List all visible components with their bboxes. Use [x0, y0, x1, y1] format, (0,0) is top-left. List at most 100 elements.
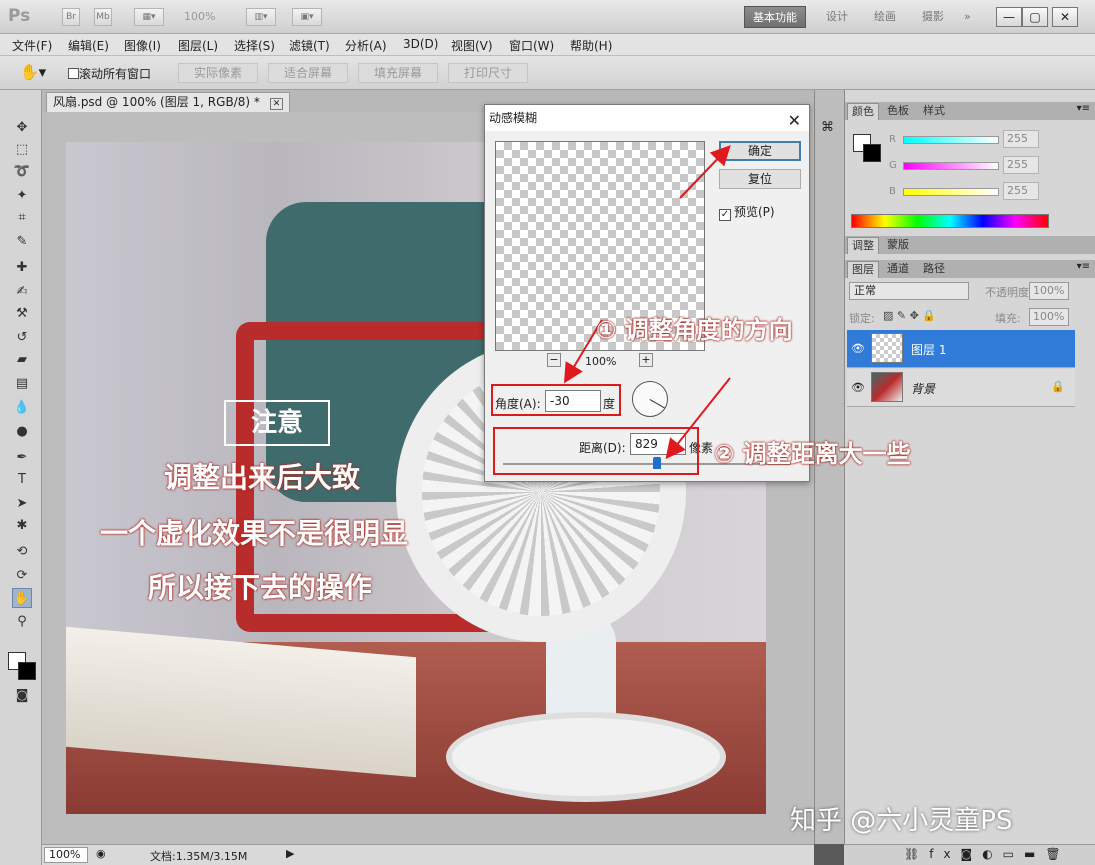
ok-button[interactable]: 确定 — [719, 141, 801, 161]
quick-mask-icon[interactable]: ◙ — [12, 686, 32, 706]
blue-slider[interactable] — [903, 188, 999, 196]
workspace-photography[interactable]: 摄影 — [914, 6, 952, 28]
layers-footer-icons[interactable]: ⛓fx◙◐▭▬🗑 — [904, 847, 1071, 861]
visibility-eye-icon[interactable]: 👁 — [851, 342, 865, 355]
blue-value[interactable]: 255 — [1003, 182, 1039, 200]
layer-row-1[interactable]: 👁 图层 1 — [847, 330, 1075, 368]
zoom-out-button[interactable]: − — [547, 353, 561, 367]
status-zoom-field[interactable]: 100% — [44, 847, 88, 863]
visibility-eye-icon[interactable]: 👁 — [851, 381, 865, 394]
hand-tool-icon[interactable]: ✋▾ — [20, 63, 46, 81]
red-value[interactable]: 255 — [1003, 130, 1039, 148]
document-tab[interactable]: 风扇.psd @ 100% (图层 1, RGB/8) * ✕ — [46, 92, 291, 112]
marquee-tool-icon[interactable]: ⬚ — [12, 140, 32, 160]
reset-button[interactable]: 复位 — [719, 169, 801, 189]
note-title-box: 注意 — [224, 400, 330, 446]
hand-tool-button-icon[interactable]: ✋ — [12, 588, 32, 608]
workspace-design[interactable]: 设计 — [818, 6, 856, 28]
screen-mode-icon[interactable]: ▣▾ — [292, 8, 322, 26]
brush-tool-icon[interactable]: ✍ — [12, 282, 32, 302]
fit-screen-button[interactable]: 适合屏幕 — [268, 63, 348, 83]
red-slider[interactable] — [903, 136, 999, 144]
history-panel-icon[interactable]: ⌘ — [821, 120, 834, 135]
minibridge-icon[interactable]: Mb — [94, 8, 112, 26]
scroll-all-windows-checkbox[interactable]: 滚动所有窗口 — [68, 65, 151, 82]
quick-select-tool-icon[interactable]: ✦ — [12, 186, 32, 206]
checkbox-icon — [68, 68, 79, 79]
menu-filter[interactable]: 滤镜(T) — [289, 37, 330, 54]
status-menu-arrow-icon[interactable]: ▶ — [286, 847, 294, 860]
stamp-tool-icon[interactable]: ⚒ — [12, 304, 32, 324]
layer-row-background[interactable]: 👁 背景 🔒 — [847, 369, 1075, 407]
blur-tool-icon[interactable]: 💧 — [12, 398, 32, 418]
menu-file[interactable]: 文件(F) — [12, 37, 52, 54]
menu-image[interactable]: 图像(I) — [124, 37, 161, 54]
pen-tool-icon[interactable]: ✒ — [12, 448, 32, 468]
menu-select[interactable]: 选择(S) — [234, 37, 275, 54]
workspace-essentials[interactable]: 基本功能 — [744, 6, 806, 28]
tab-swatches[interactable]: 色板 — [883, 103, 913, 120]
view-extras-icon[interactable]: ▦▾ — [134, 8, 164, 26]
maximize-icon[interactable]: ▢ — [1022, 7, 1048, 27]
menu-3d[interactable]: 3D(D) — [403, 37, 438, 51]
menu-view[interactable]: 视图(V) — [451, 37, 493, 54]
3d-rotate-tool-icon[interactable]: ⟲ — [12, 542, 32, 562]
layers-panel-menu-icon[interactable]: ▾≡ — [1077, 261, 1090, 272]
shape-tool-icon[interactable]: ✱ — [12, 516, 32, 536]
lasso-tool-icon[interactable]: ➰ — [12, 162, 32, 182]
menu-window[interactable]: 窗口(W) — [509, 37, 554, 54]
green-value[interactable]: 255 — [1003, 156, 1039, 174]
green-slider[interactable] — [903, 162, 999, 170]
actual-pixels-button[interactable]: 实际像素 — [178, 63, 258, 83]
crop-tool-icon[interactable]: ⌗ — [12, 208, 32, 228]
healing-brush-tool-icon[interactable]: ✚ — [12, 258, 32, 278]
color-spectrum[interactable] — [851, 214, 1049, 228]
color-panel-tabs: 颜色 色板 样式 ▾≡ — [845, 102, 1095, 120]
zoom-tool-icon[interactable]: ⚲ — [12, 612, 32, 632]
workspace-more[interactable]: » — [956, 6, 979, 28]
bridge-icon[interactable]: Br — [62, 8, 80, 26]
dialog-close-icon[interactable]: ✕ — [788, 108, 801, 134]
status-info-icon[interactable]: ◉ — [96, 847, 106, 860]
tab-paths[interactable]: 路径 — [919, 261, 949, 278]
tab-styles[interactable]: 样式 — [919, 103, 949, 120]
menu-analysis[interactable]: 分析(A) — [345, 37, 387, 54]
angle-dial[interactable] — [632, 381, 668, 417]
menu-edit[interactable]: 编辑(E) — [68, 37, 109, 54]
menu-layer[interactable]: 图层(L) — [178, 37, 218, 54]
minimize-icon[interactable]: — — [996, 7, 1022, 27]
print-size-button[interactable]: 打印尺寸 — [448, 63, 528, 83]
zoom-in-button[interactable]: + — [639, 353, 653, 367]
tab-layers[interactable]: 图层 — [847, 261, 879, 278]
workspace-painting[interactable]: 绘画 — [866, 6, 904, 28]
tab-adjustments[interactable]: 调整 — [847, 237, 879, 254]
document-close-icon[interactable]: ✕ — [269, 98, 284, 110]
lock-icons[interactable]: ▨ ✎ ✥ 🔒 — [883, 309, 936, 322]
fill-screen-button[interactable]: 填充屏幕 — [358, 63, 438, 83]
blend-mode-select[interactable]: 正常 — [849, 282, 969, 300]
type-tool-icon[interactable]: T — [12, 470, 32, 490]
background-color-swatch[interactable] — [18, 662, 36, 680]
menu-help[interactable]: 帮助(H) — [570, 37, 612, 54]
eyedropper-tool-icon[interactable]: ✎ — [12, 232, 32, 252]
fill-field[interactable]: 100% — [1029, 308, 1069, 326]
tab-masks[interactable]: 蒙版 — [883, 237, 913, 254]
tab-color[interactable]: 颜色 — [847, 103, 879, 120]
color-panel-menu-icon[interactable]: ▾≡ — [1077, 103, 1090, 114]
3d-orbit-tool-icon[interactable]: ⟳ — [12, 566, 32, 586]
history-brush-tool-icon[interactable]: ↺ — [12, 328, 32, 348]
preview-checkbox-label: 预览(P) — [734, 205, 775, 219]
gradient-tool-icon[interactable]: ▤ — [12, 374, 32, 394]
opacity-field[interactable]: 100% — [1029, 282, 1069, 300]
move-tool-icon[interactable]: ✥ — [12, 118, 32, 138]
path-select-tool-icon[interactable]: ➤ — [12, 494, 32, 514]
tab-channels[interactable]: 通道 — [883, 261, 913, 278]
eraser-tool-icon[interactable]: ▰ — [12, 350, 32, 370]
zoom-level[interactable]: 100% — [184, 10, 215, 23]
dodge-tool-icon[interactable]: ● — [12, 422, 32, 442]
blend-mode-value: 正常 — [854, 284, 876, 297]
panel-background-swatch[interactable] — [863, 144, 881, 162]
preview-checkbox[interactable]: ✓ 预览(P) — [719, 203, 775, 221]
close-icon[interactable]: ✕ — [1052, 7, 1078, 27]
arrange-documents-icon[interactable]: ▥▾ — [246, 8, 276, 26]
